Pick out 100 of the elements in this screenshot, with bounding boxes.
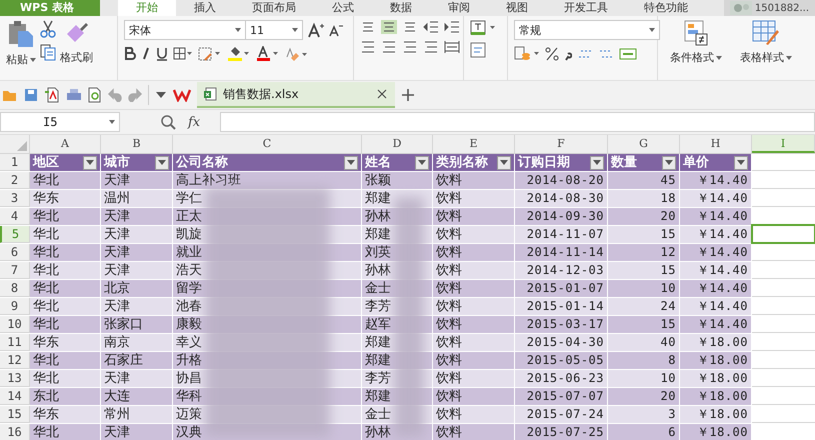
row-number[interactable]: 5 <box>0 226 30 243</box>
column-header[interactable]: G <box>608 135 680 153</box>
row-number[interactable]: 1 <box>0 154 30 171</box>
row-number[interactable]: 9 <box>0 298 30 315</box>
ribbon-tab[interactable]: 数据 <box>372 0 430 16</box>
pdf-export-icon[interactable] <box>44 87 60 103</box>
row-number[interactable]: 6 <box>0 244 30 261</box>
cell-style-icon[interactable] <box>198 46 222 60</box>
decrease-indent-icon[interactable] <box>423 20 439 34</box>
filter-button[interactable] <box>734 156 748 170</box>
add-tab-icon[interactable] <box>401 88 415 102</box>
font-name-select[interactable]: 宋体 <box>124 20 246 40</box>
row-number[interactable]: 3 <box>0 190 30 207</box>
filter-button[interactable] <box>83 156 97 170</box>
dropdown-icon[interactable] <box>155 91 167 99</box>
bold-icon[interactable] <box>124 47 136 60</box>
filter-button[interactable] <box>415 156 429 170</box>
row-number[interactable]: 14 <box>0 388 30 405</box>
paste-button[interactable]: 粘贴 <box>6 20 36 76</box>
zoom-icon[interactable] <box>160 114 176 130</box>
italic-icon[interactable] <box>141 47 151 60</box>
row-number[interactable]: 15 <box>0 406 30 423</box>
row-number[interactable]: 10 <box>0 316 30 333</box>
table-style-button[interactable]: 表格样式 <box>740 20 792 76</box>
caret-icon <box>418 160 426 165</box>
currency-icon[interactable] <box>514 46 540 62</box>
filter-button[interactable] <box>344 156 358 170</box>
format-painter-button[interactable]: 格式刷 <box>60 20 93 76</box>
table-cell: 3 <box>608 406 680 423</box>
table-cell: 东北 <box>30 388 101 405</box>
column-header[interactable]: D <box>362 135 433 153</box>
formula-input[interactable] <box>220 112 815 132</box>
font-color-icon[interactable] <box>256 46 280 61</box>
copy-icon[interactable] <box>40 44 56 61</box>
function-button[interactable]: fx <box>188 114 200 130</box>
row-number[interactable]: 12 <box>0 352 30 369</box>
table-cell: 高上补习班 <box>173 172 362 189</box>
close-icon[interactable] <box>377 89 387 99</box>
number-format-select[interactable]: 常规 <box>514 20 660 40</box>
name-box[interactable]: I5 <box>0 112 120 132</box>
active-cell[interactable] <box>751 224 815 244</box>
column-header[interactable]: A <box>30 135 101 153</box>
font-size-select[interactable]: 11 <box>245 20 303 40</box>
row-number[interactable]: 11 <box>0 334 30 351</box>
ribbon-tab[interactable]: 开始 <box>118 0 176 16</box>
align-icon[interactable] <box>402 20 418 34</box>
row-number[interactable]: 16 <box>0 424 30 440</box>
increase-indent-icon[interactable] <box>444 20 460 34</box>
align-icon[interactable] <box>381 20 397 34</box>
align-icon[interactable] <box>402 40 418 54</box>
underline-icon[interactable] <box>156 46 168 60</box>
save-icon[interactable] <box>24 88 38 102</box>
print-preview-icon[interactable] <box>88 87 102 103</box>
merge-cells-icon[interactable] <box>470 42 486 58</box>
table-cell: 饮料 <box>433 226 515 243</box>
filter-button[interactable] <box>155 156 169 170</box>
ribbon-tab[interactable]: 页面布局 <box>234 0 314 16</box>
ribbon-tab[interactable]: 开发工具 <box>546 0 626 16</box>
ribbon-tab[interactable]: 审阅 <box>430 0 488 16</box>
table-cell: 饮料 <box>433 352 515 369</box>
fill-color-icon[interactable] <box>227 46 251 61</box>
align-icon[interactable] <box>360 20 376 34</box>
percent-icon[interactable] <box>545 47 559 61</box>
caret-icon <box>86 160 94 165</box>
ribbon-tab[interactable]: 公式 <box>314 0 372 16</box>
column-header[interactable]: C <box>173 135 362 153</box>
align-icon[interactable] <box>381 40 397 54</box>
table-cell: ￥14.40 <box>680 280 752 297</box>
column-header: 单价 <box>683 154 709 171</box>
borders-icon[interactable] <box>173 47 193 60</box>
row-number[interactable]: 8 <box>0 280 30 297</box>
column-header[interactable]: F <box>515 135 608 153</box>
filter-button[interactable] <box>497 156 511 170</box>
scissors-icon[interactable] <box>40 20 56 38</box>
table-cell: 20 <box>608 388 680 405</box>
app-logo-icon[interactable] <box>173 88 191 102</box>
print-icon[interactable] <box>66 88 82 102</box>
conditional-format-button[interactable]: 条件格式 <box>670 20 722 76</box>
document-tab[interactable]: 销售数据.xlsx <box>197 82 395 108</box>
row-number[interactable]: 13 <box>0 370 30 387</box>
distribute-icon[interactable] <box>444 40 460 54</box>
ribbon-tab[interactable]: 插入 <box>176 0 234 16</box>
number-convert-icon[interactable] <box>619 48 637 60</box>
ribbon-tab[interactable]: 特色功能 <box>626 0 706 16</box>
caret-icon <box>347 160 355 165</box>
column-header[interactable]: E <box>433 135 515 153</box>
clear-format-icon[interactable] <box>285 46 309 60</box>
column-header[interactable]: B <box>101 135 173 153</box>
row-number[interactable]: 2 <box>0 172 30 189</box>
row-number[interactable]: 7 <box>0 262 30 279</box>
row-number[interactable]: 4 <box>0 208 30 225</box>
filter-button[interactable] <box>662 156 676 170</box>
align-icon[interactable] <box>423 40 439 54</box>
ribbon-tab[interactable]: 视图 <box>488 0 546 16</box>
wrap-text-icon[interactable] <box>470 20 498 36</box>
decrease-font-icon[interactable] <box>329 23 343 37</box>
align-icon[interactable] <box>360 40 376 54</box>
increase-font-icon[interactable] <box>308 22 324 38</box>
filter-button[interactable] <box>590 156 604 170</box>
column-header[interactable]: I <box>752 135 815 153</box>
